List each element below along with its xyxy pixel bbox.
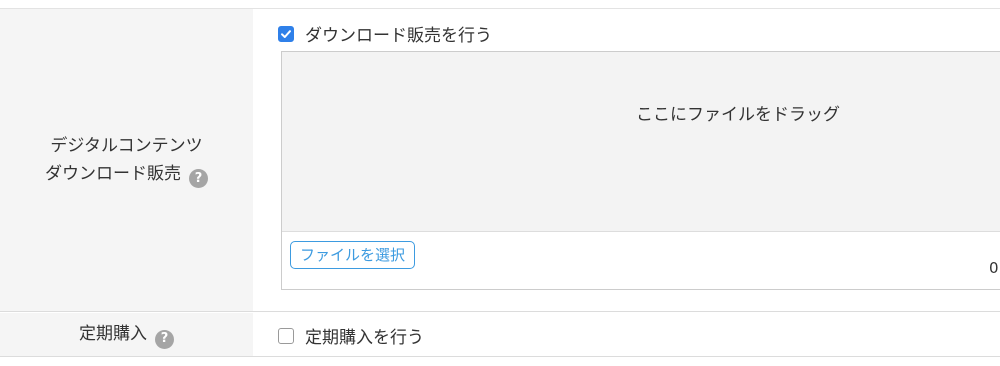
subscription-value-cell: 定期購入を行う	[253, 313, 1000, 356]
subscription-checkbox[interactable]	[278, 327, 294, 344]
download-sale-checkbox[interactable]	[278, 25, 294, 42]
download-sale-label-cell: デジタルコンテンツ ダウンロード販売?	[0, 9, 253, 311]
subscription-row: 定期購入? 定期購入を行う	[0, 313, 1000, 357]
download-sale-label-line1: デジタルコンテンツ	[50, 135, 203, 156]
download-sale-label: デジタルコンテンツ ダウンロード販売?	[45, 132, 208, 189]
file-dropzone: ここにファイルをドラッグ ファイルを選択 0	[281, 51, 1000, 290]
question-circle-icon[interactable]: ?	[189, 169, 208, 189]
subscription-label: 定期購入?	[79, 320, 174, 349]
download-sale-row: デジタルコンテンツ ダウンロード販売? ダウンロード販売を行う ここにファイルを…	[0, 9, 1000, 312]
subscription-label-cell: 定期購入?	[0, 313, 253, 356]
subscription-label-text: 定期購入	[79, 324, 147, 345]
download-sale-checkbox-label[interactable]: ダウンロード販売を行う	[305, 21, 492, 46]
file-count: 0	[989, 259, 999, 277]
choose-file-button[interactable]: ファイルを選択	[290, 241, 416, 269]
top-divider	[0, 0, 1000, 9]
checkmark-icon	[281, 29, 291, 38]
subscription-checkbox-row[interactable]: 定期購入を行う	[278, 323, 424, 348]
question-circle-icon[interactable]: ?	[155, 329, 174, 349]
download-sale-value-cell: ダウンロード販売を行う ここにファイルをドラッグ ファイルを選択 0	[253, 9, 1000, 311]
download-sale-checkbox-row[interactable]: ダウンロード販売を行う	[278, 21, 492, 46]
download-sale-label-line2: ダウンロード販売	[45, 163, 181, 184]
file-drop-area[interactable]: ここにファイルをドラッグ	[282, 52, 1000, 232]
subscription-checkbox-label[interactable]: 定期購入を行う	[305, 323, 424, 348]
dropzone-text: ここにファイルをドラッグ	[636, 105, 840, 125]
